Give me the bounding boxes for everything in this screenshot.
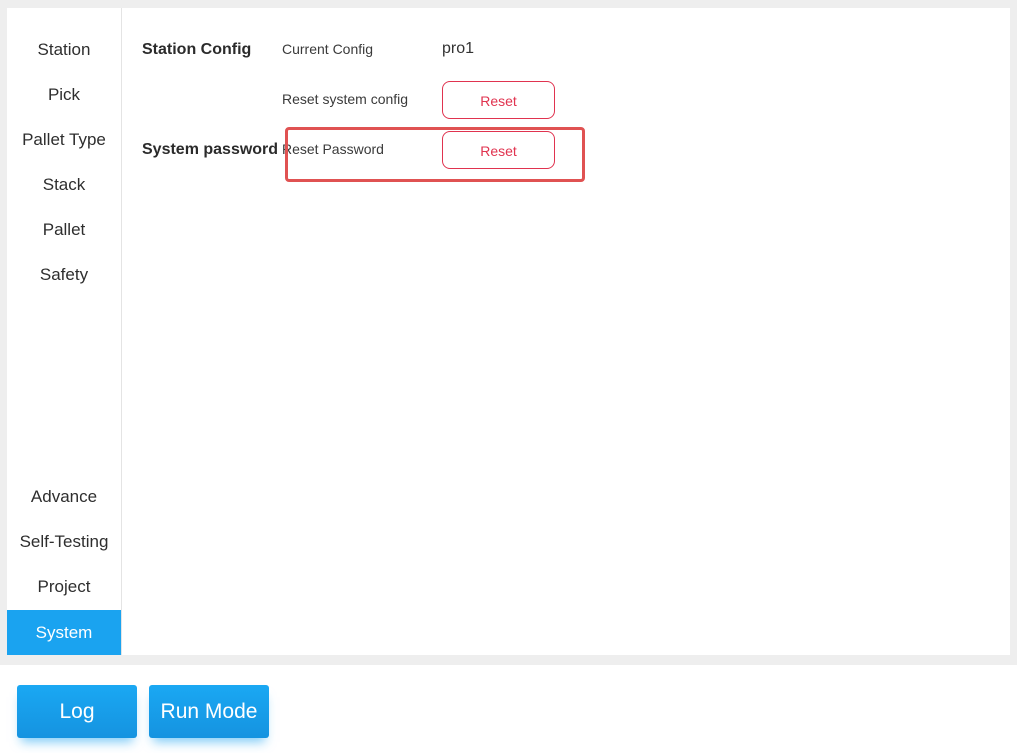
log-button[interactable]: Log bbox=[17, 685, 137, 738]
system-password-heading: System password bbox=[142, 141, 279, 158]
sidebar-item-station[interactable]: Station bbox=[7, 27, 121, 72]
sidebar: Station Pick Pallet Type Stack Pallet Sa… bbox=[7, 8, 122, 655]
bottom-bar: Log Run Mode bbox=[0, 665, 1017, 753]
sidebar-item-advance[interactable]: Advance bbox=[7, 474, 121, 519]
settings-panel: Station Pick Pallet Type Stack Pallet Sa… bbox=[7, 8, 1010, 655]
reset-system-config-label: Reset system config bbox=[282, 91, 409, 107]
sidebar-item-pick[interactable]: Pick bbox=[7, 72, 121, 117]
sidebar-item-self-testing[interactable]: Self-Testing bbox=[7, 519, 121, 564]
reset-password-button[interactable]: Reset bbox=[442, 131, 555, 169]
sidebar-item-project[interactable]: Project bbox=[7, 564, 121, 609]
sidebar-item-safety[interactable]: Safety bbox=[7, 252, 121, 297]
station-config-heading: Station Config bbox=[142, 41, 252, 58]
current-config-label: Current Config bbox=[282, 41, 374, 57]
sidebar-item-pallet-type[interactable]: Pallet Type bbox=[7, 117, 121, 162]
system-settings-content: Station Config Current Config pro1 Reset… bbox=[122, 8, 1010, 655]
current-config-value: pro1 bbox=[442, 40, 475, 57]
sidebar-item-system[interactable]: System bbox=[7, 610, 121, 655]
run-mode-button[interactable]: Run Mode bbox=[149, 685, 269, 738]
reset-password-label: Reset Password bbox=[282, 141, 384, 157]
sidebar-item-stack[interactable]: Stack bbox=[7, 162, 121, 207]
reset-system-config-button[interactable]: Reset bbox=[442, 81, 555, 119]
sidebar-item-pallet[interactable]: Pallet bbox=[7, 207, 121, 252]
